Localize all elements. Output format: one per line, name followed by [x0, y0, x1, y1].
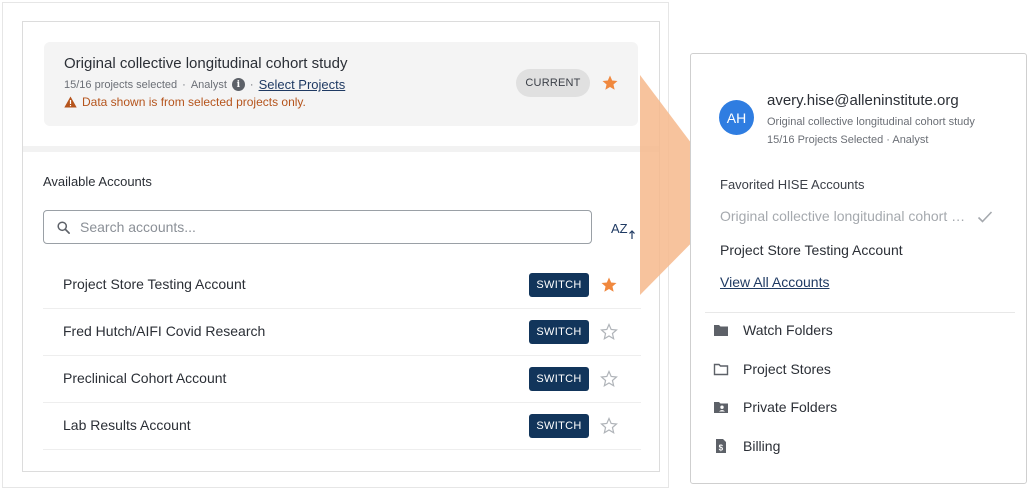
selection-warning: Data shown is from selected projects onl… [64, 95, 306, 109]
switch-button[interactable]: SWITCH [529, 414, 589, 438]
switch-button[interactable]: SWITCH [529, 367, 589, 391]
meta-separator: · [249, 78, 254, 91]
favorite-star-outline-icon[interactable] [600, 370, 618, 388]
current-account-title: Original collective longitudinal cohort … [64, 55, 348, 72]
folder-filled-icon [714, 325, 728, 336]
menu-item-billing[interactable]: $ Billing [713, 432, 780, 460]
billing-icon: $ [716, 439, 726, 453]
account-name: Fred Hutch/AIFI Covid Research [63, 323, 266, 339]
account-row: Lab Results Account SWITCH [43, 403, 641, 450]
warning-text: Data shown is from selected projects onl… [82, 95, 306, 109]
warning-icon [64, 96, 77, 108]
role-label: Analyst [190, 78, 227, 91]
account-name: Project Store Testing Account [63, 276, 246, 292]
avatar[interactable]: AH [719, 100, 754, 135]
account-name: Preclinical Cohort Account [63, 370, 227, 386]
current-badge: CURRENT [516, 69, 590, 97]
favorite-account-item[interactable]: Project Store Testing Account [720, 242, 903, 258]
search-icon [57, 220, 70, 234]
account-row: Preclinical Cohort Account SWITCH [43, 356, 641, 403]
menu-item-label: Billing [743, 438, 781, 454]
meta-separator: · [182, 78, 186, 91]
user-email: avery.hise@alleninstitute.org [767, 92, 959, 109]
check-icon [977, 211, 993, 223]
favorite-star-filled-icon[interactable] [601, 74, 619, 92]
menu-divider [705, 312, 1015, 313]
account-row: Fred Hutch/AIFI Covid Research SWITCH [43, 309, 641, 356]
switch-button[interactable]: SWITCH [529, 320, 589, 344]
favorite-account-current: Original collective longitudinal cohort … [720, 208, 970, 224]
switch-button[interactable]: SWITCH [529, 273, 589, 297]
section-divider [23, 146, 659, 152]
favorite-star-filled-icon[interactable] [600, 276, 618, 294]
account-name: Lab Results Account [63, 417, 191, 433]
favorites-heading: Favorited HISE Accounts [720, 177, 865, 192]
favorite-star-outline-icon[interactable] [600, 323, 618, 341]
sort-label: AZ [611, 221, 628, 236]
account-row: Project Store Testing Account SWITCH [43, 262, 641, 309]
folder-user-icon [714, 402, 728, 413]
menu-item-private-folders[interactable]: Private Folders [713, 393, 837, 421]
search-input[interactable] [80, 219, 560, 235]
folder-outline-icon [713, 363, 729, 376]
menu-item-watch-folders[interactable]: Watch Folders [713, 316, 833, 344]
svg-text:$: $ [719, 444, 724, 453]
projects-selected-count: 15/16 projects selected [64, 78, 178, 91]
favorite-star-outline-icon[interactable] [600, 417, 618, 435]
account-switcher-panel: Original collective longitudinal cohort … [22, 21, 660, 472]
info-icon[interactable]: i [231, 78, 245, 91]
account-menu-panel: AH avery.hise@alleninstitute.org Origina… [690, 53, 1027, 484]
search-field[interactable] [43, 210, 592, 244]
current-account-card: Original collective longitudinal cohort … [44, 42, 638, 126]
current-account-meta: 15/16 projects selected · Analyst i · Se… [64, 77, 345, 92]
user-current-study: Original collective longitudinal cohort … [767, 116, 975, 128]
menu-item-label: Project Stores [743, 361, 831, 377]
menu-item-label: Watch Folders [743, 322, 833, 338]
user-project-meta: 15/16 Projects Selected · Analyst [767, 134, 929, 146]
select-projects-link[interactable]: Select Projects [259, 77, 346, 92]
menu-item-label: Private Folders [743, 399, 838, 415]
view-all-accounts-link[interactable]: View All Accounts [720, 274, 829, 290]
sort-az-icon[interactable]: AZ [611, 218, 637, 240]
menu-item-project-stores[interactable]: Project Stores [713, 355, 831, 383]
available-accounts-heading: Available Accounts [43, 174, 152, 189]
